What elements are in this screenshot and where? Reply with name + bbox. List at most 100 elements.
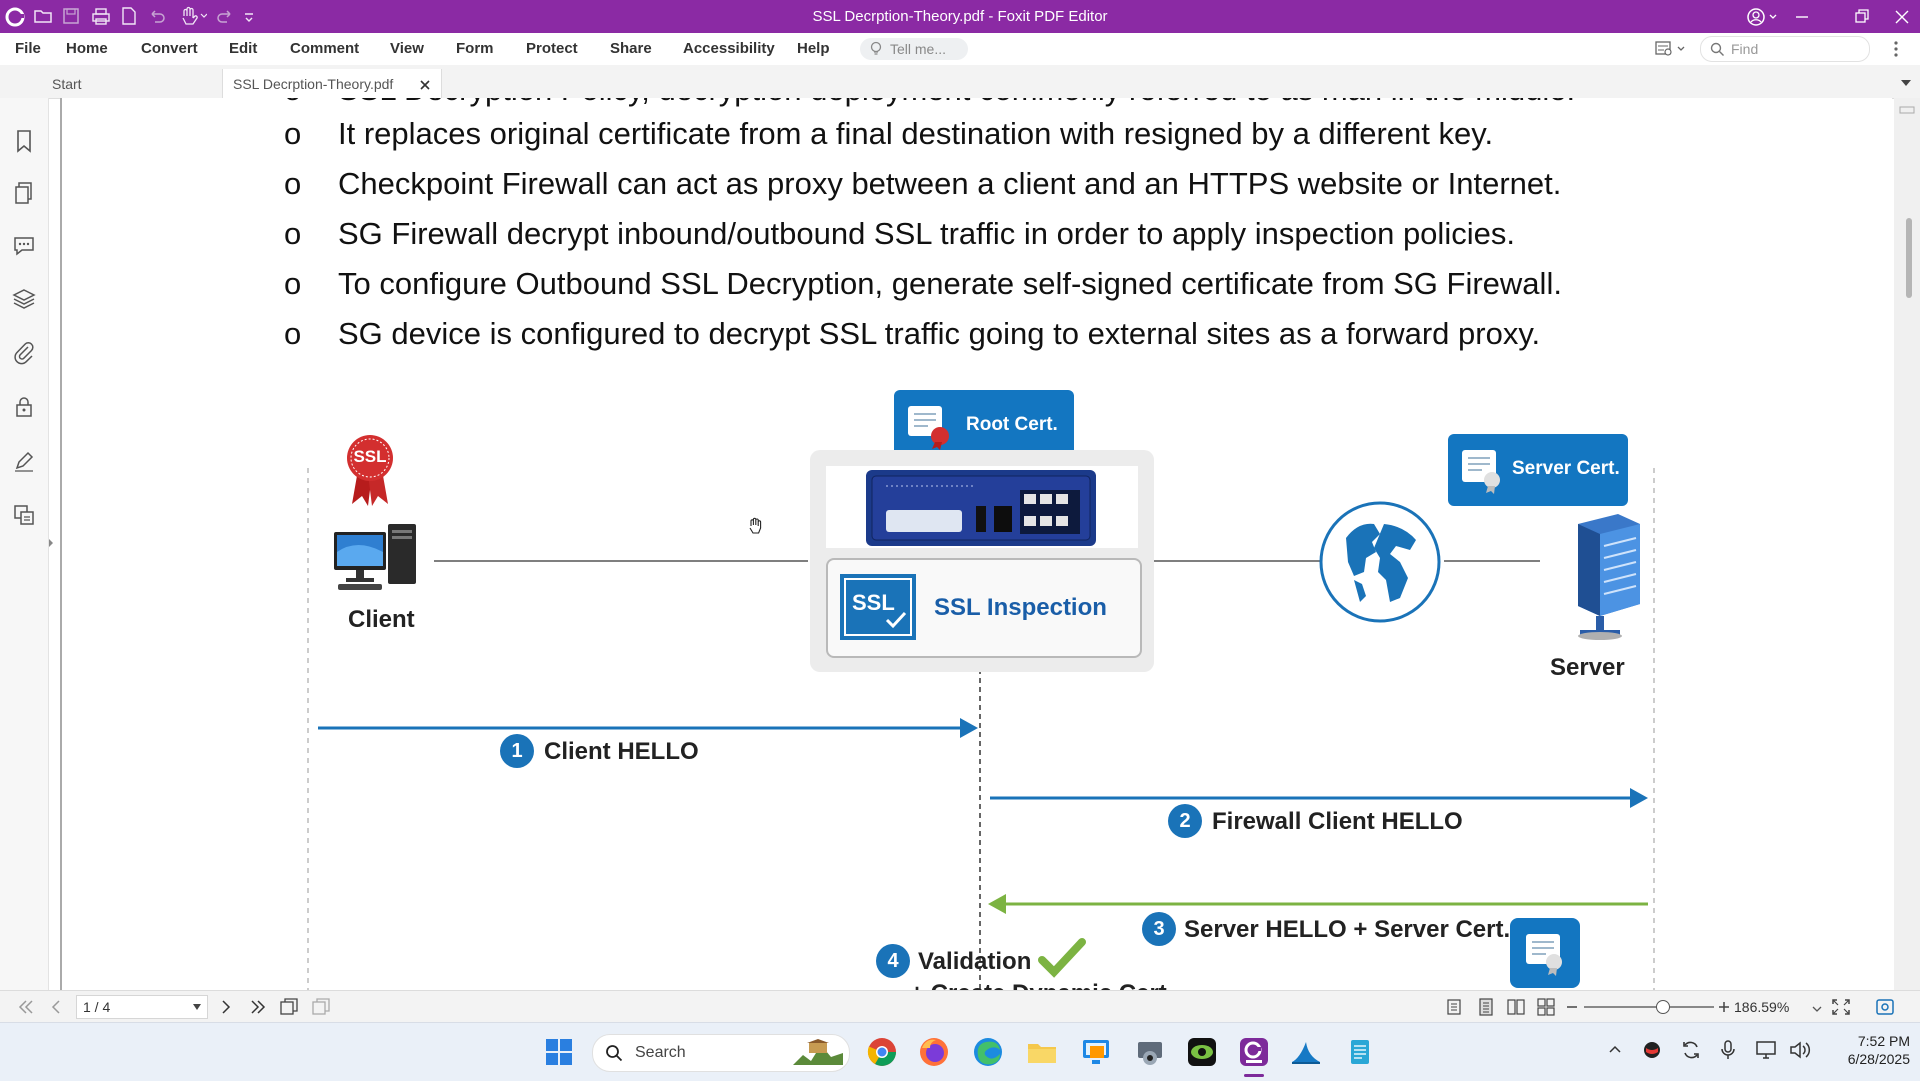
continuous-facing-view-icon[interactable]	[1536, 998, 1556, 1016]
wireshark-icon[interactable]	[1290, 1036, 1322, 1068]
left-navigation-rail	[0, 98, 53, 990]
menu-convert[interactable]: Convert	[141, 40, 198, 57]
first-page-icon[interactable]	[16, 998, 36, 1016]
remote-desktop-icon[interactable]	[1080, 1036, 1112, 1068]
show-hidden-icons[interactable]	[1608, 1043, 1622, 1057]
bookmark-icon[interactable]	[11, 128, 37, 154]
comments-icon[interactable]	[11, 232, 37, 258]
eye-app-icon[interactable]	[1186, 1036, 1218, 1068]
scrollbar-thumb[interactable]	[1906, 218, 1912, 298]
menu-file[interactable]: File	[15, 40, 41, 57]
close-window-icon[interactable]	[1888, 4, 1916, 30]
notepad-icon[interactable]	[1344, 1036, 1376, 1068]
more-options-icon[interactable]	[1884, 38, 1908, 60]
zoom-dropdown-icon[interactable]	[1812, 1001, 1822, 1012]
search-options-icon[interactable]	[1652, 38, 1692, 60]
zoom-out-icon[interactable]	[1564, 997, 1580, 1017]
step-1-label: Client HELLO	[544, 738, 699, 765]
last-page-icon[interactable]	[248, 998, 268, 1016]
full-screen-icon[interactable]	[1830, 997, 1852, 1017]
server-cert-badge: Server Cert.	[1448, 434, 1628, 506]
menu-edit[interactable]: Edit	[229, 40, 257, 57]
active-app-indicator	[1244, 1074, 1264, 1077]
windows-start-icon[interactable]	[544, 1037, 574, 1067]
tab-list-dropdown-icon[interactable]	[1898, 76, 1914, 90]
account-icon[interactable]	[1742, 4, 1782, 30]
compare-icon[interactable]	[11, 502, 37, 528]
step-2-label: Firewall Client HELLO	[1212, 808, 1463, 835]
next-page-icon[interactable]	[218, 998, 234, 1016]
previous-view-icon[interactable]	[278, 997, 300, 1017]
client-computer-icon	[332, 522, 420, 594]
menu-view[interactable]: View	[390, 40, 424, 57]
tab-start[interactable]: Start	[38, 69, 218, 98]
tab-document-label: SSL Decrption-Theory.pdf	[233, 76, 394, 92]
menu-share[interactable]: Share	[610, 40, 652, 57]
scroll-up-icon[interactable]	[1898, 102, 1916, 114]
certificate-icon	[1462, 450, 1500, 494]
firefox-icon[interactable]	[918, 1036, 950, 1068]
previous-page-icon[interactable]	[48, 998, 64, 1016]
ssl-seal-icon: SSL	[344, 434, 396, 508]
menu-help[interactable]: Help	[797, 40, 830, 57]
menu-protect[interactable]: Protect	[526, 40, 578, 57]
network-tool-icon[interactable]	[1134, 1036, 1166, 1068]
next-view-icon[interactable]	[310, 997, 332, 1017]
system-clock[interactable]: 7:52 PM 6/28/2025	[1820, 1032, 1910, 1068]
server-cert-label: Server Cert.	[1512, 458, 1620, 479]
layers-icon[interactable]	[11, 286, 37, 312]
tell-me-box[interactable]: Tell me...	[860, 38, 968, 60]
signature-icon[interactable]	[11, 448, 37, 474]
ssl-inspection-label: SSL Inspection	[934, 594, 1107, 621]
step-3-badge: 3	[1142, 912, 1176, 946]
zoom-slider-track[interactable]	[1584, 1006, 1714, 1008]
internet-globe-icon	[1318, 500, 1442, 624]
tab-document[interactable]: SSL Decrption-Theory.pdf	[222, 69, 442, 98]
window-title: SSL Decrption-Theory.pdf - Foxit PDF Edi…	[812, 8, 1108, 25]
microphone-icon[interactable]	[1720, 1039, 1736, 1061]
menu-home[interactable]: Home	[66, 40, 108, 57]
tell-me-placeholder: Tell me...	[890, 41, 947, 57]
server-icon	[1558, 512, 1648, 644]
network-monitor-icon[interactable]	[1754, 1039, 1778, 1061]
volume-icon[interactable]	[1788, 1039, 1812, 1061]
certificate-icon	[908, 406, 949, 450]
step-4-sublabel-cutoff: + Create Dynamic Cert.	[910, 980, 1173, 990]
page-number-input[interactable]: 1 / 4	[76, 995, 208, 1019]
read-mode-icon[interactable]	[1874, 997, 1896, 1017]
menu-comment[interactable]: Comment	[290, 40, 359, 57]
continuous-view-icon[interactable]	[1476, 998, 1496, 1016]
clock-date: 6/28/2025	[1847, 1051, 1910, 1067]
ssl-inspection-icon: SSL	[840, 574, 916, 640]
zoom-slider-thumb[interactable]	[1656, 1000, 1670, 1014]
server-cert-small-icon	[1510, 918, 1580, 988]
document-page[interactable]: o SSL Decryption Policy, decryption depl…	[62, 98, 1892, 990]
expand-panel-icon[interactable]	[48, 536, 54, 548]
file-explorer-icon[interactable]	[1026, 1036, 1058, 1068]
zoom-level[interactable]: 186.59%	[1734, 999, 1789, 1015]
hand-cursor-icon	[746, 516, 766, 536]
tray-app-icon[interactable]	[1642, 1040, 1662, 1060]
attachment-icon[interactable]	[11, 340, 37, 366]
edge-icon[interactable]	[972, 1036, 1004, 1068]
foxit-pdf-editor-taskbar-icon[interactable]	[1238, 1036, 1270, 1068]
find-input[interactable]: Find	[1700, 36, 1870, 62]
pages-icon[interactable]	[11, 180, 37, 206]
zoom-in-icon[interactable]	[1716, 997, 1732, 1017]
restore-window-icon[interactable]	[1848, 4, 1876, 30]
step-4-badge: 4	[876, 944, 910, 978]
step-4-label: Validation	[918, 948, 1032, 975]
menu-form[interactable]: Form	[456, 40, 494, 57]
facing-view-icon[interactable]	[1506, 998, 1526, 1016]
taskbar-search-box[interactable]: Search	[592, 1034, 850, 1072]
single-page-view-icon[interactable]	[1444, 998, 1464, 1016]
chrome-icon[interactable]	[866, 1036, 898, 1068]
security-lock-icon[interactable]	[11, 394, 37, 420]
client-label: Client	[348, 606, 415, 633]
ssl-seal-text: SSL	[353, 447, 387, 466]
sync-icon[interactable]	[1680, 1039, 1702, 1061]
menu-accessibility[interactable]: Accessibility	[683, 40, 775, 57]
page-dropdown-icon[interactable]	[193, 1004, 201, 1010]
close-tab-icon[interactable]	[419, 79, 431, 91]
ssl-inspection-box: SSL SSL Inspection	[826, 558, 1142, 658]
